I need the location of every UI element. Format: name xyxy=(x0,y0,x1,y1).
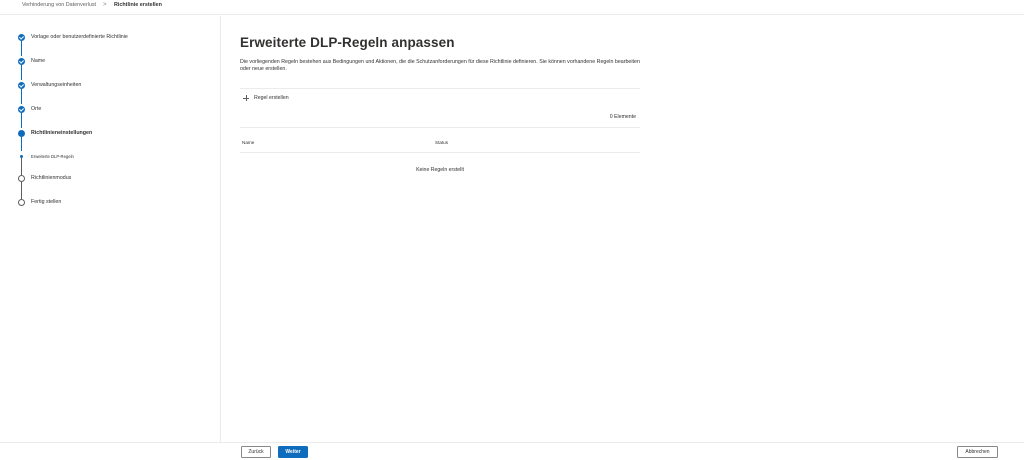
divider xyxy=(240,152,640,153)
next-button[interactable]: Weiter xyxy=(278,446,308,458)
step-name[interactable]: Name xyxy=(0,58,220,70)
step-policy-mode[interactable]: Richtlinienmodus xyxy=(0,175,220,187)
current-step-dot-icon xyxy=(18,130,25,137)
step-label: Verwaltungseinheiten xyxy=(31,82,82,88)
checkmark-icon xyxy=(18,106,25,113)
substep-label: Erweiterte DLP-Regeln xyxy=(31,153,74,159)
checkmark-icon xyxy=(18,82,25,89)
breadcrumb-separator: > xyxy=(103,1,107,8)
empty-state-message: Keine Regeln erstellt xyxy=(416,167,464,173)
pending-step-circle-icon xyxy=(18,199,25,206)
breadcrumb: Verhinderung von Datenverlust > Richtlin… xyxy=(0,0,1024,15)
step-finish[interactable]: Fertig stellen xyxy=(0,199,220,211)
column-header-name[interactable]: Name xyxy=(242,140,254,145)
page-description: Die vorliegenden Regeln bestehen aus Bed… xyxy=(240,59,640,72)
pending-step-circle-icon xyxy=(18,175,25,182)
divider xyxy=(240,127,640,128)
step-policy-settings[interactable]: Richtlinieneinstellungen xyxy=(0,130,220,142)
step-template[interactable]: Vorlage oder benutzerdefinierte Richtlin… xyxy=(0,34,220,46)
step-label: Name xyxy=(31,58,46,64)
main-content: Erweiterte DLP-Regeln anpassen Die vorli… xyxy=(222,16,1024,442)
checkmark-icon xyxy=(18,34,25,41)
back-button[interactable]: Zurück xyxy=(241,446,271,458)
breadcrumb-parent-link[interactable]: Verhinderung von Datenverlust xyxy=(22,2,96,8)
substep-dot-icon xyxy=(20,155,23,158)
wizard-step-navigation: Vorlage oder benutzerdefinierte Richtlin… xyxy=(0,16,221,442)
step-label: Orte xyxy=(31,106,42,112)
step-locations[interactable]: Orte xyxy=(0,106,220,118)
create-rule-label: Regel erstellen xyxy=(254,95,289,101)
page-title: Erweiterte DLP-Regeln anpassen xyxy=(240,35,455,50)
substep-advanced-dlp-rules[interactable]: Erweiterte DLP-Regeln xyxy=(0,153,220,161)
step-label: Richtlinienmodus xyxy=(31,175,72,181)
plus-icon xyxy=(243,95,249,101)
create-rule-button[interactable]: Regel erstellen xyxy=(243,94,289,102)
step-admin-units[interactable]: Verwaltungseinheiten xyxy=(0,82,220,94)
item-count: 0 Elemente xyxy=(609,114,636,120)
step-label: Richtlinieneinstellungen xyxy=(31,130,93,136)
checkmark-icon xyxy=(18,58,25,65)
column-header-status[interactable]: Status xyxy=(435,140,448,145)
step-label: Fertig stellen xyxy=(31,199,62,205)
cancel-button[interactable]: Abbrechen xyxy=(957,446,998,458)
step-label: Vorlage oder benutzerdefinierte Richtlin… xyxy=(31,34,128,40)
wizard-footer: Zurück Weiter Abbrechen xyxy=(0,442,1024,460)
divider xyxy=(240,88,640,89)
breadcrumb-current: Richtlinie erstellen xyxy=(114,2,162,8)
